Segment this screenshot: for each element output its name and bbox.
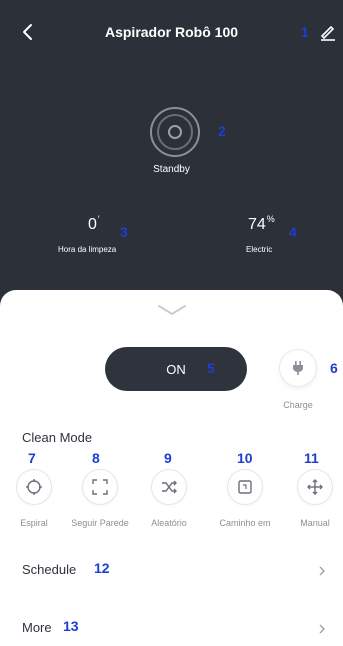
callout-9: 9 [164,450,172,466]
battery-value: 74% [248,214,275,234]
chevron-right-icon [319,624,325,634]
pencil-icon [320,25,335,41]
power-toggle-label: ON [166,361,186,377]
clean-time-label: Hora da limpeza [58,245,117,254]
battery-label: Electric [246,245,273,254]
mode-aleatorio-button[interactable] [152,470,186,504]
schedule-row[interactable]: Schedule 12 [0,542,343,596]
callout-8: 8 [92,450,100,466]
app-header: Aspirador Robô 100 1 [0,0,343,64]
mode-caminho-label: Caminho em [219,518,271,528]
callout-12: 12 [94,560,110,576]
status-ring-dot [168,125,182,139]
move-arrows-icon [307,479,323,495]
battery-unit: % [266,214,275,224]
clean-time-value: 0′ [88,214,100,234]
mode-manual-label: Manual [300,518,330,528]
callout-3: 3 [120,224,128,240]
mode-seguir-parede-label: Seguir Parede [71,518,129,528]
clean-time-number: 0 [88,216,97,233]
callout-10: 10 [237,450,253,466]
clean-mode-title: Clean Mode [22,430,93,445]
chevron-down-icon[interactable] [157,304,187,316]
clean-time-unit: ′ [97,214,100,224]
charge-button[interactable] [280,350,316,386]
callout-11: 11 [304,450,319,466]
mode-caminho-button[interactable] [228,470,262,504]
mode-espiral-button[interactable] [17,470,51,504]
wall-follow-icon [92,479,108,495]
path-icon [238,480,252,494]
callout-5: 5 [207,360,215,376]
edit-button[interactable] [318,22,338,42]
robot-status-ring-icon [150,107,200,157]
mode-seguir-parede-button[interactable] [83,470,117,504]
charge-label: Charge [283,400,313,410]
chevron-right-icon [319,566,325,576]
plug-icon [293,361,303,375]
mode-manual-button[interactable] [298,470,332,504]
callout-4: 4 [289,224,297,240]
mode-aleatorio-label: Aleatório [151,518,187,528]
spiral-target-icon [26,479,42,495]
callout-13: 13 [63,618,79,634]
battery-number: 74 [248,216,266,233]
more-row[interactable]: More 13 [0,600,343,646]
callout-1: 1 [301,24,309,40]
callout-6: 6 [330,360,338,376]
status-ring-inner [157,114,193,150]
schedule-label: Schedule [22,562,77,577]
power-toggle-button[interactable]: ON [105,347,247,391]
callout-2: 2 [218,123,226,139]
shuffle-icon [162,480,177,494]
control-sheet: ON 5 6 Charge Clean Mode 7 8 9 10 11 Esp… [0,290,343,646]
status-text: Standby [153,164,190,175]
page-title: Aspirador Robô 100 [104,24,239,40]
more-label: More [22,620,52,635]
mode-espiral-label: Espiral [20,518,48,528]
callout-7: 7 [28,450,36,466]
